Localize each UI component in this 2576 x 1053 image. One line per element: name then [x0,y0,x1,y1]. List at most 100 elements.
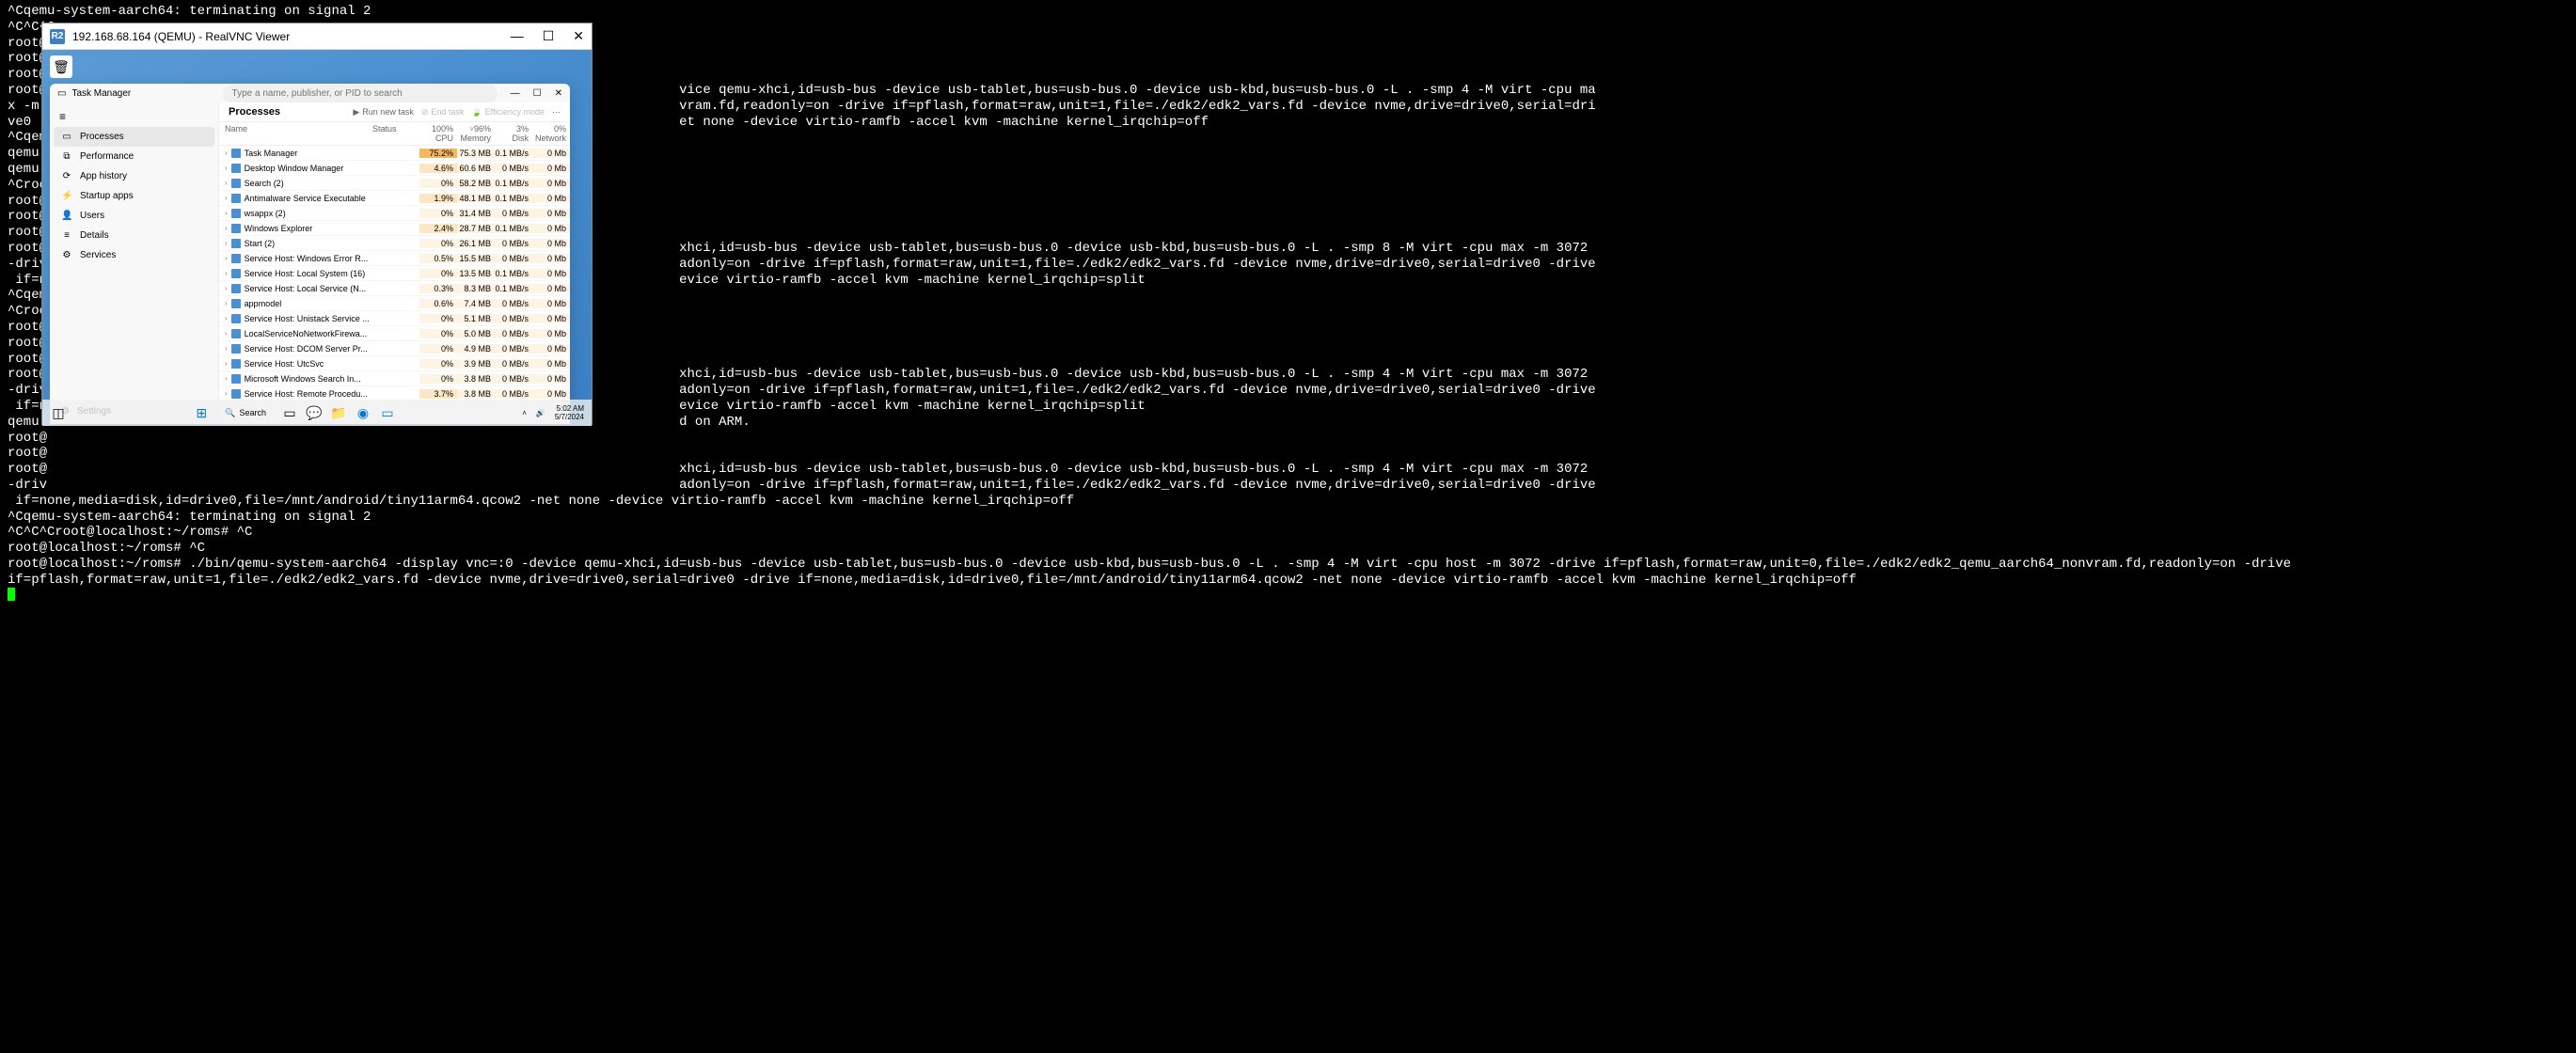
process-cpu: 0% [419,179,457,188]
close-button[interactable]: ✕ [573,28,584,44]
table-row[interactable]: ›Service Host: Windows Error R...0.5%15.… [219,251,570,266]
process-name: Windows Explorer [245,224,313,233]
table-row[interactable]: ›appmodel0.6%7.4 MB0 MB/s0 Mb [219,296,570,311]
vnc-title: 192.168.68.164 (QEMU) - RealVNC Viewer [72,30,511,43]
table-row[interactable]: ›Service Host: Local Service (N...0.3%8.… [219,281,570,296]
processes-table[interactable]: Name Status 100%CPU ˅96%Memory 3%Disk [219,122,570,424]
taskbar-date[interactable]: 5/7/2024 [555,413,584,421]
chevron-right-icon: › [225,254,228,262]
edge-icon[interactable]: ◉ [355,404,371,421]
table-row[interactable]: ›Windows Explorer2.4%28.7 MB0.1 MB/s0 Mb [219,221,570,236]
process-icon [231,224,241,233]
sidebar-item-performance[interactable]: ⧉Performance [54,147,214,166]
table-row[interactable]: ›Service Host: Unistack Service ...0%5.1… [219,311,570,326]
nav-label: App history [80,171,127,181]
sidebar-item-users[interactable]: 👤Users [54,206,214,226]
process-name: LocalServiceNoNetworkFirewa... [245,329,368,338]
run-new-task-button[interactable]: ▶Run new task [353,107,413,118]
col-name[interactable]: Name [219,124,372,143]
realvnc-icon: R2 [50,29,65,44]
nav-label: Services [80,250,116,260]
table-row[interactable]: ›LocalServiceNoNetworkFirewa...0%5.0 MB0… [219,326,570,341]
vnc-titlebar[interactable]: R2 192.168.68.164 (QEMU) - RealVNC Viewe… [42,24,592,50]
process-disk: 0 MB/s [495,359,532,369]
col-status[interactable]: Status [372,124,419,143]
table-row[interactable]: ›Search (2)0%58.2 MB0.1 MB/s0 Mb [219,176,570,191]
process-cpu: 0% [419,374,457,384]
process-disk: 0 MB/s [495,314,532,323]
recycle-bin-icon[interactable]: 🗑 [50,55,72,78]
efficiency-mode-button[interactable]: 🍃Efficiency mode [471,107,545,118]
col-memory[interactable]: ˅96%Memory [457,124,495,143]
table-row[interactable]: ›Start (2)0%26.1 MB0 MB/s0 Mb [219,236,570,251]
sidebar-item-services[interactable]: ⚙Services [54,245,214,265]
process-icon [231,179,241,188]
tm-minimize-button[interactable]: — [511,88,520,99]
process-icon [231,329,241,338]
maximize-button[interactable]: ☐ [543,28,555,44]
process-name: Service Host: DCOM Server Pr... [245,344,368,354]
table-row[interactable]: ›Service Host: DCOM Server Pr...0%4.9 MB… [219,341,570,356]
start-icon[interactable]: ⊞ [193,404,210,421]
process-disk: 0.1 MB/s [495,224,532,233]
widgets-icon[interactable]: ◫ [50,404,67,421]
process-memory: 75.3 MB [457,149,495,158]
table-row[interactable]: ›Microsoft Windows Search In...0%3.8 MB0… [219,371,570,386]
explorer-icon[interactable]: 📁 [330,404,347,421]
cursor [8,588,15,601]
taskbar-time[interactable]: 5:02 AM [555,404,584,413]
sidebar-item-processes[interactable]: ▭Processes [54,127,214,147]
process-name: Desktop Window Manager [245,164,344,173]
process-cpu: 0% [419,269,457,278]
chat-icon[interactable]: 💬 [306,404,323,421]
process-network: 0 Mb [532,164,570,173]
col-network[interactable]: 0%Network [532,124,570,143]
end-task-button[interactable]: ⊘End task [421,107,465,118]
process-name: Search (2) [245,179,284,188]
task-view-icon[interactable]: ▭ [281,404,298,421]
sidebar-item-app-history[interactable]: ⟳App history [54,166,214,186]
process-name: Service Host: Local System (16) [245,269,366,278]
col-disk[interactable]: 3%Disk [495,124,532,143]
terminal-line: if=none,media=disk,id=drive0,file=/mnt/a… [8,494,2568,510]
table-row[interactable]: ›Service Host: Local System (16)0%13.5 M… [219,266,570,281]
table-row[interactable]: ›Service Host: UtcSvc0%3.9 MB0 MB/s0 Mb [219,356,570,371]
process-icon [231,314,241,323]
table-row[interactable]: ›Task Manager75.2%75.3 MB0.1 MB/s0 Mb [219,146,570,161]
table-row[interactable]: ›Antimalware Service Executable1.9%48.1 … [219,191,570,206]
process-cpu: 0% [419,209,457,218]
search-input[interactable] [223,85,498,102]
task-manager-window[interactable]: ▭ Task Manager — ☐ ✕ ≡ ▭Processes⧉Perfor… [50,84,570,424]
process-cpu: 0% [419,344,457,354]
process-cpu: 3.7% [419,389,457,399]
sidebar-item-startup-apps[interactable]: ⚡Startup apps [54,186,214,206]
tm-maximize-button[interactable]: ☐ [533,88,542,99]
sidebar-item-details[interactable]: ≡Details [54,226,214,245]
windows-taskbar[interactable]: ◫ ⊞ 🔍 Search ▭ 💬 📁 ◉ ▭ ˄ 🔊 5:02 AM 5/7/2… [42,400,592,426]
taskbar-search[interactable]: 🔍 Search [217,406,274,420]
hamburger-icon[interactable]: ≡ [54,106,214,127]
process-name: Start (2) [245,239,276,248]
chevron-right-icon: › [225,374,228,383]
processes-heading: Processes [229,106,353,118]
tray-chevron-icon[interactable]: ˄ [522,409,527,417]
process-cpu: 4.6% [419,164,457,173]
tm-close-button[interactable]: ✕ [555,88,562,99]
task-manager-title: Task Manager [71,88,209,99]
process-icon [231,344,241,354]
col-cpu[interactable]: 100%CPU [419,124,457,143]
nav-label: Processes [80,132,124,142]
process-network: 0 Mb [532,344,570,354]
table-row[interactable]: ›Desktop Window Manager4.6%60.6 MB0 MB/s… [219,161,570,176]
more-icon[interactable]: ⋯ [552,107,561,118]
task-manager-sidebar: ≡ ▭Processes⧉Performance⟳App history⚡Sta… [50,102,219,424]
vnc-remote-desktop[interactable]: 🗑 ▭ Task Manager — ☐ ✕ ≡ ▭Processes⧉Perf… [42,50,592,426]
table-row[interactable]: ›wsappx (2)0%31.4 MB0 MB/s0 Mb [219,206,570,221]
vnc-viewer-window[interactable]: R2 192.168.68.164 (QEMU) - RealVNC Viewe… [41,23,593,425]
tray-volume-icon[interactable]: 🔊 [536,409,545,417]
terminal-line: -driv adonly=on -drive if=pflash,format=… [8,478,2568,494]
process-disk: 0 MB/s [495,299,532,308]
process-cpu: 0% [419,239,457,248]
minimize-button[interactable]: — [511,28,524,44]
taskmgr-taskbar-icon[interactable]: ▭ [379,404,396,421]
